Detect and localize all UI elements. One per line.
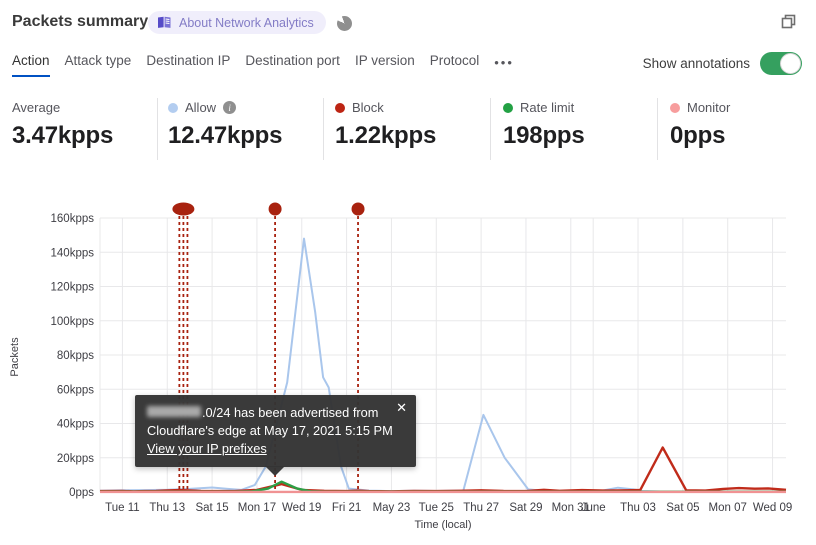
tab-destination-port[interactable]: Destination port [245, 53, 340, 75]
monitor-legend-dot [670, 102, 680, 113]
packets-time-series-chart[interactable]: 0pps 20kpps 40kpps 60kpps 80kpps 100kpps 120kp… [0, 190, 816, 545]
y-tick-label: 120kpps [51, 282, 95, 294]
book-icon [158, 16, 171, 28]
y-tick-label: 140kpps [51, 247, 95, 259]
packets-summary-panel: Packets summary About Network Analytics … [0, 0, 816, 545]
stat-rate-limit: Rate limit 198pps [503, 100, 585, 150]
stat-divider [157, 98, 158, 160]
block-legend-dot [335, 102, 345, 113]
redacted-ip-prefix [147, 406, 201, 417]
stat-average: Average 3.47kpps [12, 100, 113, 150]
annotation-tooltip: ✕ .0/24 has been advertised from Cloudfl… [135, 395, 416, 476]
x-tick-label: Tue 11 [105, 502, 140, 514]
stats-row: Average 3.47kpps Allow i 12.47kpps Block… [0, 96, 816, 164]
tab-action[interactable]: Action [12, 53, 50, 77]
expand-panel-icon[interactable] [780, 13, 798, 31]
y-tick-label: 0pps [69, 487, 94, 499]
page-title: Packets summary [12, 13, 149, 30]
x-axis-title: Time (local) [414, 519, 471, 531]
stat-divider [657, 98, 658, 160]
show-annotations-toggle[interactable] [760, 52, 802, 75]
x-tick-label: Mon 07 [709, 502, 747, 514]
info-icon[interactable]: i [223, 101, 237, 114]
x-tick-label: Wed 19 [282, 502, 321, 514]
x-tick-label: Thu 27 [463, 502, 499, 514]
x-tick-label: Sat 15 [195, 502, 228, 514]
close-icon[interactable]: ✕ [396, 399, 407, 417]
stat-value: 198pps [503, 122, 585, 149]
show-annotations-label: Show annotations [642, 56, 750, 71]
x-tick-label: Sat 05 [666, 502, 699, 514]
tooltip-line2: Cloudflare's edge at May 17, 2021 5:15 P… [147, 423, 393, 438]
rate-limit-legend-dot [503, 102, 513, 113]
more-tabs-icon[interactable]: ••• [494, 53, 514, 70]
y-tick-label: 60kpps [57, 384, 94, 396]
allow-legend-dot [168, 102, 178, 113]
view-ip-prefixes-link[interactable]: View your IP prefixes [147, 441, 267, 456]
stat-monitor: Monitor 0pps [670, 100, 730, 150]
show-annotations-control: Show annotations [643, 52, 802, 75]
x-tick-label: Wed 09 [753, 502, 792, 514]
y-tick-label: 100kpps [51, 316, 95, 328]
stat-divider [490, 98, 491, 160]
toggle-knob [780, 53, 801, 74]
tab-ip-version[interactable]: IP version [355, 53, 415, 75]
stat-allow: Allow i 12.47kpps [168, 100, 282, 150]
stat-label: Rate limit [520, 100, 575, 115]
stat-label: Average [12, 100, 61, 115]
y-axis-title: Packets [9, 337, 21, 377]
stat-label: Block [352, 100, 384, 115]
x-tick-label: Tue 25 [419, 502, 454, 514]
about-network-analytics-badge[interactable]: About Network Analytics [148, 11, 326, 34]
x-tick-label: Fri 21 [332, 502, 361, 514]
stat-label: Monitor [687, 100, 731, 115]
annotation-marker[interactable] [268, 202, 282, 216]
dimension-tabs: Action Attack type Destination IP Destin… [12, 53, 514, 77]
badge-label: About Network Analytics [179, 15, 314, 30]
x-tick-label: Mon 17 [238, 502, 276, 514]
stat-label: Allow [185, 100, 217, 115]
stat-divider [323, 98, 324, 160]
y-tick-label: 80kpps [57, 350, 94, 362]
x-tick-label: Sat 29 [509, 502, 542, 514]
x-tick-label: Thu 13 [149, 502, 185, 514]
y-tick-label: 160kpps [51, 213, 95, 225]
tab-attack-type[interactable]: Attack type [65, 53, 132, 75]
y-tick-label: 40kpps [57, 419, 94, 431]
x-tick-label: May 23 [373, 502, 411, 514]
loading-pie-icon [337, 16, 352, 31]
stat-block: Block 1.22kpps [335, 100, 436, 150]
tooltip-link-row: View your IP prefixes [147, 440, 404, 458]
stat-value: 12.47kpps [168, 122, 283, 149]
x-tick-label: Thu 03 [620, 502, 656, 514]
stat-value: 3.47kpps [12, 122, 114, 149]
x-tick-label: June [581, 502, 606, 514]
tooltip-arrow [265, 466, 285, 476]
annotation-marker[interactable] [172, 202, 195, 216]
tab-protocol[interactable]: Protocol [430, 53, 480, 75]
tab-destination-ip[interactable]: Destination IP [146, 53, 230, 75]
y-tick-label: 20kpps [57, 453, 94, 465]
stat-value: 1.22kpps [335, 122, 437, 149]
annotation-marker[interactable] [351, 202, 365, 216]
tooltip-line1: .0/24 has been advertised from [147, 404, 404, 422]
stat-value: 0pps [670, 122, 726, 149]
